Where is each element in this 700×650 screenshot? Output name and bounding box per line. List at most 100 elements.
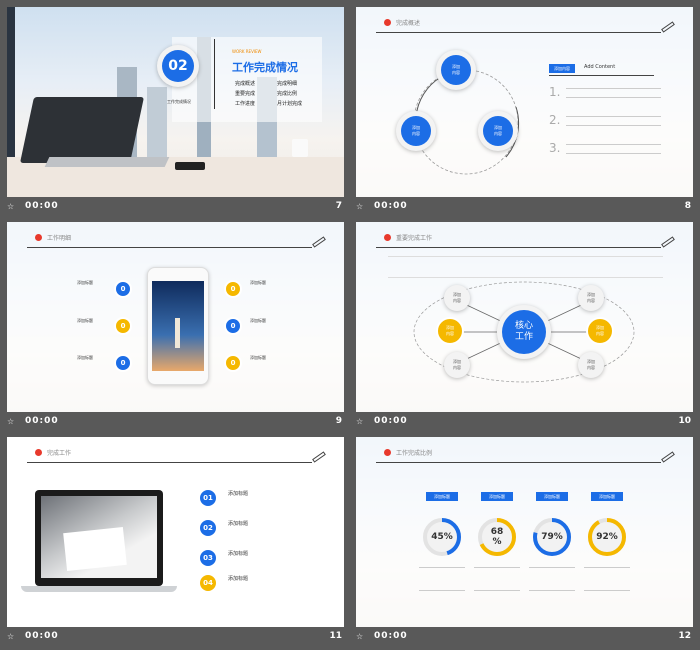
slide-footer: ☆ 00:00 10 (356, 412, 693, 432)
percent-donuts (423, 518, 626, 556)
list-item: 完成比例 (277, 91, 298, 97)
percent-text-placeholder (584, 567, 630, 591)
item-title: 添加标题 (77, 318, 93, 323)
item-badge: 0 (114, 280, 132, 298)
list-item: 完成概述 (235, 81, 256, 87)
item-title: 添加标题 (250, 318, 266, 323)
slide-time: 00:00 (25, 201, 59, 211)
item-badge: 0 (224, 354, 242, 372)
hub-node: 添加 内容 (586, 317, 614, 345)
star-icon: ☆ (7, 417, 15, 426)
item-badge: 01 (200, 490, 216, 506)
slide-number: 11 (329, 631, 342, 641)
slide-footer: ☆ 00:00 12 (356, 627, 693, 647)
item-badge: 0 (114, 354, 132, 372)
slide-time: 00:00 (374, 416, 408, 426)
item-badge: 03 (200, 550, 216, 566)
slide-title: 工作完成情况 (232, 61, 298, 74)
header-line (27, 247, 312, 248)
list-item: 月计划完成 (277, 101, 303, 107)
slide-number: 10 (678, 416, 691, 426)
item-title: 添加标题 (228, 576, 249, 582)
hub-node: 添加 内容 (436, 317, 464, 345)
cycle-node-left: 添加 内容 (401, 116, 431, 146)
hub-node: 添加 内容 (444, 352, 470, 378)
laptop-base (44, 157, 170, 167)
list-item: 重要完成 (235, 91, 256, 97)
slide-number: 7 (335, 201, 342, 211)
vertical-divider (214, 39, 215, 109)
slide-number: 9 (335, 416, 342, 426)
slide-9-cell[interactable]: 工作明细 添加标题 添加标题 添加标题 0 0 0 0 0 0 添加标题 添加标… (7, 222, 344, 432)
header-line (27, 462, 312, 463)
item-title: 添加标题 (228, 551, 249, 557)
header-dot-icon (35, 234, 42, 241)
hub-node: 添加 内容 (578, 352, 604, 378)
star-icon: ☆ (7, 202, 15, 211)
star-icon: ☆ (356, 417, 364, 426)
lighthouse-icon (175, 318, 180, 348)
slide-11-cell[interactable]: 完成工作 01 02 03 04 添加标题 添加标题 添加标题 添加标题 ☆ 0… (7, 437, 344, 647)
slide-time: 00:00 (25, 631, 59, 641)
section-badge: 02 (162, 50, 194, 82)
slide-number: 8 (684, 201, 691, 211)
item-list: 完成概述 完成明细 重要完成 完成比例 工作进度 月计划完成 (235, 79, 325, 109)
star-icon: ☆ (356, 632, 364, 641)
content-tag: 添加内容 (549, 64, 575, 73)
hub-node: 添加 内容 (444, 285, 470, 311)
header-line (376, 32, 661, 33)
pen-icon (312, 451, 326, 463)
step-text-placeholder (566, 144, 661, 154)
header-dot-icon (384, 19, 391, 26)
cycle-node-top: 添加 内容 (441, 55, 471, 85)
star-icon: ☆ (356, 202, 364, 211)
slide-header: 工作明细 (47, 235, 72, 242)
slide-9: 工作明细 添加标题 添加标题 添加标题 0 0 0 0 0 0 添加标题 添加标… (7, 222, 344, 412)
slide-8-cell[interactable]: 完成概述 添加 内容 添加 内容 添加 内容 添加内容 Add Content … (356, 7, 693, 217)
slide-8: 完成概述 添加 内容 添加 内容 添加 内容 添加内容 Add Content … (356, 7, 693, 197)
slide-7-cell[interactable]: 02 WORK REVIEW 工作完成情况 工作完成情况 完成概述 完成明细 重要… (7, 7, 344, 217)
phone-image (147, 267, 209, 385)
laptop-frame (35, 490, 163, 586)
percent-label: 45% (431, 532, 453, 542)
percent-text-placeholder (529, 567, 575, 591)
slide-footer: ☆ 00:00 7 (7, 197, 344, 217)
slide-number: 12 (678, 631, 691, 641)
hub-node: 添加 内容 (578, 285, 604, 311)
slide-12: 工作完成比例 添加标题 添加标题 添加标题 添加标题 45% 68 % 79% … (356, 437, 693, 627)
header-dot-icon (35, 449, 42, 456)
slide-footer: ☆ 00:00 9 (7, 412, 344, 432)
slide-10-cell[interactable]: 重要完成工作 核心 工作 添加 内容 添加 内容 添加 内容 添加 内容 添加 … (356, 222, 693, 432)
percent-text-placeholder (474, 567, 520, 591)
percent-text-placeholder (419, 567, 465, 591)
slide-12-cell[interactable]: 工作完成比例 添加标题 添加标题 添加标题 添加标题 45% 68 % 79% … (356, 437, 693, 647)
slide-7: 02 WORK REVIEW 工作完成情况 工作完成情况 完成概述 完成明细 重要… (7, 7, 344, 197)
paper-image (63, 526, 127, 572)
item-title: 添加标题 (250, 280, 266, 285)
item-title: 添加标题 (77, 355, 93, 360)
percent-label: 79% (541, 532, 563, 542)
slide-subtitle: 工作完成情况 (167, 99, 191, 104)
slide-time: 00:00 (374, 201, 408, 211)
item-badge: 04 (200, 575, 216, 591)
slide-header: 完成概述 (396, 20, 421, 27)
slide-footer: ☆ 00:00 8 (356, 197, 693, 217)
laptop-base (21, 586, 177, 592)
item-title: 添加标题 (228, 491, 249, 497)
step-number: 1. (549, 85, 561, 99)
step-number: 3. (549, 141, 561, 155)
notebook-image (175, 162, 205, 170)
item-badge: 0 (224, 317, 242, 335)
slide-time: 00:00 (25, 416, 59, 426)
percent-label: 92% (596, 532, 618, 542)
step-text-placeholder (566, 116, 661, 126)
mug-image (292, 139, 308, 157)
step-number: 2. (549, 113, 561, 127)
step-text-placeholder (566, 88, 661, 98)
item-title: 添加标题 (228, 521, 249, 527)
slide-header: 完成工作 (47, 450, 72, 457)
item-title: 添加标题 (250, 355, 266, 360)
item-title: 添加标题 (77, 280, 93, 285)
slide-footer: ☆ 00:00 11 (7, 627, 344, 647)
list-item: 工作进度 (235, 101, 256, 107)
